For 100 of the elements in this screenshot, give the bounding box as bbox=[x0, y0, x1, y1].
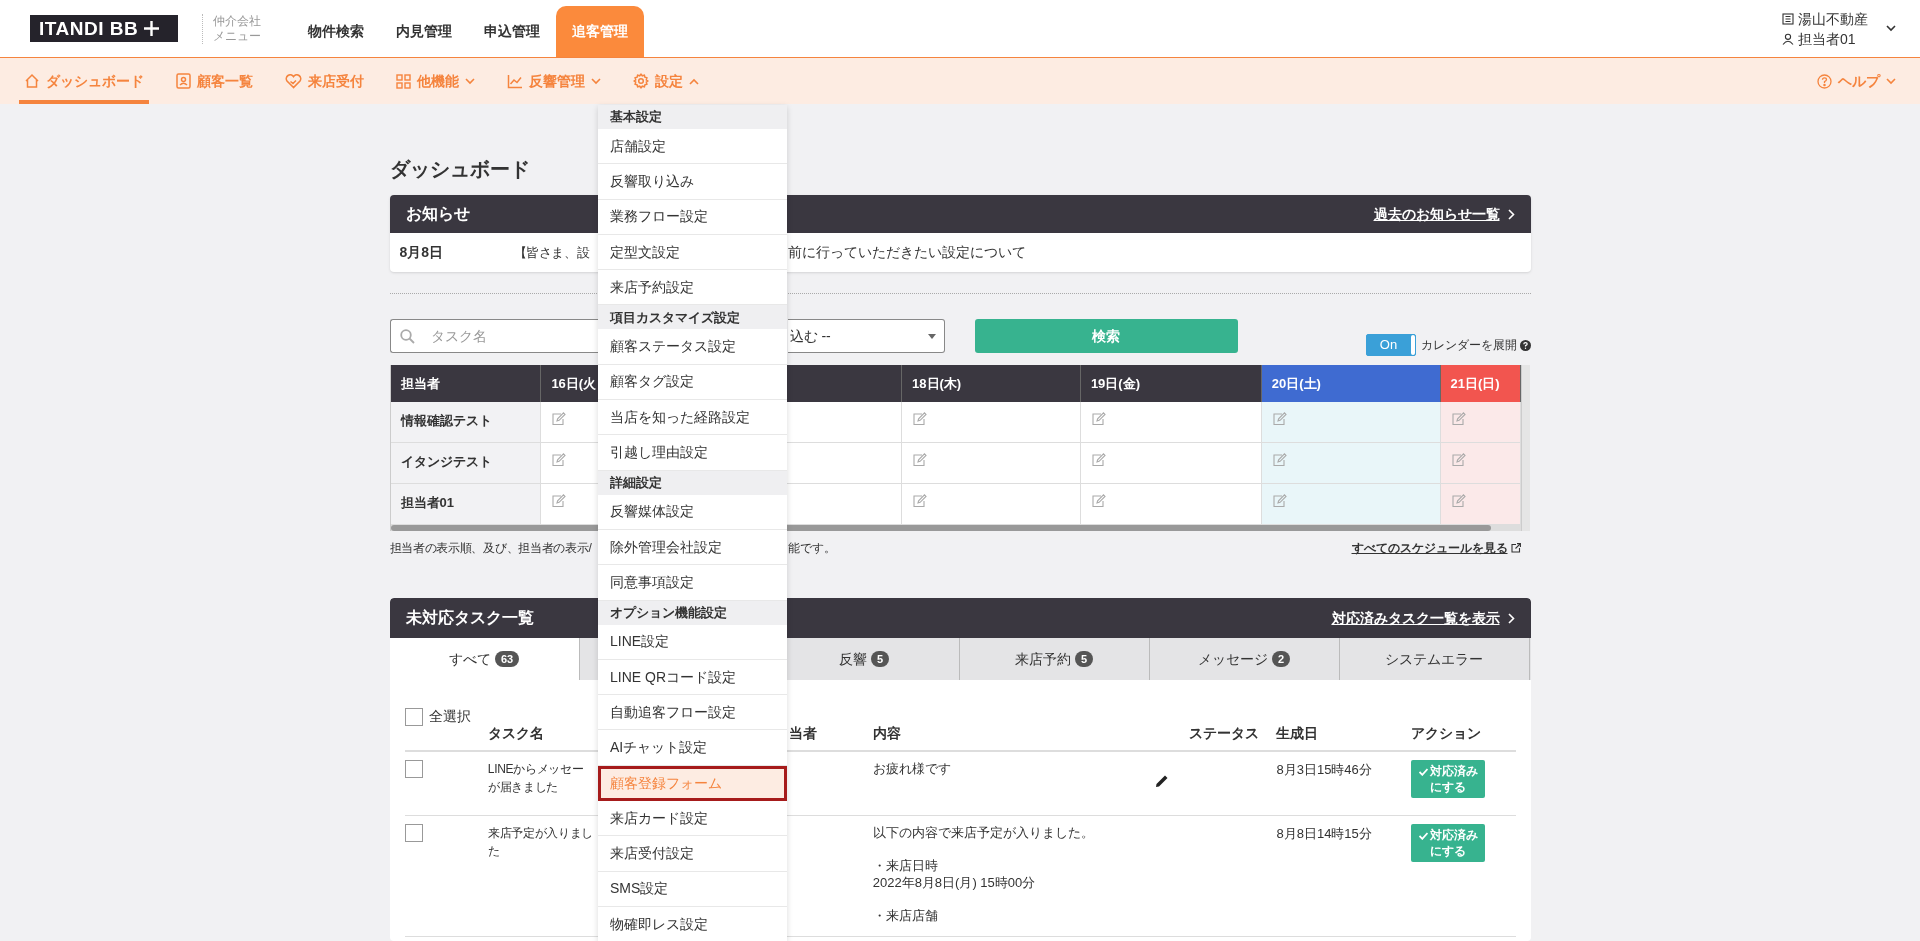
checkbox[interactable] bbox=[404, 760, 423, 778]
menu-item[interactable]: 引越し理由設定 bbox=[598, 435, 787, 471]
column-header: ステータス bbox=[1189, 725, 1260, 741]
line-chart-icon bbox=[507, 73, 523, 89]
edit-icon[interactable] bbox=[551, 412, 567, 426]
pencil-icon[interactable] bbox=[1155, 774, 1170, 788]
notice-title[interactable]: 【皆さま、設 bbox=[513, 242, 590, 263]
menu-item[interactable]: 来店カード設定 bbox=[598, 801, 787, 837]
column-header: 21日(日) bbox=[1440, 365, 1521, 402]
past-notices-link[interactable]: 過去のお知らせ一覧 bbox=[1373, 203, 1515, 225]
menu-item[interactable]: 当店を知った経路設定 bbox=[598, 400, 787, 436]
menu-item[interactable]: 顧客ステータス設定 bbox=[598, 329, 787, 365]
count-badge: 2 bbox=[1271, 651, 1291, 667]
all-schedules-link[interactable]: すべてのスケジュールを見る bbox=[1351, 539, 1521, 557]
menu-section-header: 基本設定 bbox=[598, 105, 787, 129]
chevron-down-icon bbox=[1886, 25, 1896, 32]
menu-caption: 仲介会社 bbox=[213, 13, 261, 29]
grid-icon bbox=[396, 73, 411, 89]
settings-icon bbox=[633, 73, 649, 89]
logo[interactable]: ITANDI BB bbox=[30, 15, 178, 42]
menu-item[interactable]: AIチャット設定 bbox=[598, 730, 787, 766]
edit-icon[interactable] bbox=[551, 453, 567, 467]
column-header: 内容 bbox=[872, 725, 901, 741]
column-header: 20日(土) bbox=[1261, 365, 1441, 402]
checkbox[interactable] bbox=[404, 707, 423, 726]
notice-title[interactable]: 前に行っていただきたい設定について bbox=[787, 242, 1026, 263]
edit-icon[interactable] bbox=[1271, 494, 1287, 508]
menu-caption: メニュー bbox=[213, 28, 261, 44]
task-name: LINEからメッセー が届きました bbox=[487, 761, 584, 796]
menu-item[interactable]: 自動追客フロー設定 bbox=[598, 695, 787, 731]
search-field[interactable]: タスク名 bbox=[389, 319, 598, 353]
task-content: 以下の内容で来店予定が入りました。 bbox=[872, 824, 1094, 841]
menu-item[interactable]: 同意事項設定 bbox=[598, 565, 787, 601]
edit-icon[interactable] bbox=[1450, 412, 1466, 426]
chevron-right-icon bbox=[1507, 612, 1515, 624]
menu-item[interactable]: 反響媒体設定 bbox=[598, 494, 787, 530]
edit-icon[interactable] bbox=[1450, 494, 1466, 508]
checkbox[interactable] bbox=[404, 824, 423, 842]
edit-icon[interactable] bbox=[1450, 453, 1466, 467]
edit-icon[interactable] bbox=[912, 494, 928, 508]
menu-item[interactable]: LINE設定 bbox=[598, 624, 787, 660]
menu-item[interactable]: 業務フロー設定 bbox=[598, 199, 787, 235]
edit-icon[interactable] bbox=[1090, 412, 1106, 426]
nav-tab[interactable]: 申込管理 bbox=[468, 6, 556, 57]
menu-item[interactable]: 定型文設定 bbox=[598, 234, 787, 271]
count-badge: 5 bbox=[1074, 651, 1094, 667]
menu-item[interactable]: LINE QRコード設定 bbox=[598, 659, 787, 696]
menu-item[interactable]: 来店受付設定 bbox=[598, 836, 787, 872]
chevron-down-icon bbox=[465, 77, 475, 85]
column-header: 生成日 bbox=[1276, 725, 1319, 741]
column-header: タスク名 bbox=[487, 725, 544, 741]
edit-icon[interactable] bbox=[1271, 412, 1287, 426]
user-name: 担当者01 bbox=[1798, 29, 1856, 49]
checkbox-label: 全選択 bbox=[428, 707, 471, 726]
check-icon bbox=[1418, 768, 1428, 776]
edit-icon[interactable] bbox=[1090, 453, 1106, 467]
filter-dropdown[interactable]: 込む -- bbox=[787, 319, 945, 353]
home-icon bbox=[24, 73, 40, 89]
chevron-up-icon bbox=[689, 77, 699, 85]
created-date: 8月8日14時15分 bbox=[1276, 826, 1372, 841]
nav-tab[interactable]: 物件検索 bbox=[292, 6, 380, 57]
column-header: 当者 bbox=[789, 725, 818, 741]
menu-item[interactable]: 店舗設定 bbox=[598, 129, 787, 165]
edit-icon[interactable] bbox=[1271, 453, 1287, 467]
search-icon bbox=[399, 329, 415, 344]
menu-item[interactable]: 顧客タグ設定 bbox=[598, 364, 787, 401]
edit-icon[interactable] bbox=[912, 453, 928, 467]
chevron-right-icon bbox=[1507, 208, 1515, 220]
created-date: 8月3日15時46分 bbox=[1276, 762, 1372, 777]
page-title: ダッシュボード bbox=[389, 157, 530, 182]
caret-icon bbox=[927, 333, 936, 339]
section-title: お知らせ bbox=[405, 204, 470, 224]
task-content: ・来店店舗 bbox=[872, 907, 938, 924]
section-title: 未対応タスク一覧 bbox=[405, 608, 534, 628]
menu-item[interactable]: 来店予約設定 bbox=[598, 270, 787, 306]
menu-section-header: オプション機能設定 bbox=[598, 600, 787, 625]
count-badge: 5 bbox=[870, 651, 890, 667]
nav-tab[interactable]: 内見管理 bbox=[380, 6, 468, 57]
menu-item[interactable]: SMS設定 bbox=[598, 871, 787, 907]
heart-icon bbox=[285, 73, 302, 89]
column-header: アクション bbox=[1411, 725, 1482, 741]
help-icon bbox=[1519, 339, 1531, 351]
help-icon bbox=[1817, 73, 1832, 89]
contact-card-icon bbox=[176, 73, 191, 89]
completed-tasks-link[interactable]: 対応済みタスク一覧を表示 bbox=[1331, 607, 1515, 629]
scrollbar[interactable] bbox=[1520, 365, 1530, 531]
check-icon bbox=[1418, 832, 1428, 840]
task-name: 来店予定が入りまし た bbox=[487, 825, 594, 860]
task-content: ・来店日時 2022年8月8日(月) 15時00分 bbox=[872, 857, 1036, 891]
menu-item[interactable]: 除外管理会社設定 bbox=[598, 529, 787, 566]
task-tab[interactable]: すべて 63 bbox=[389, 638, 580, 680]
building-icon bbox=[1782, 12, 1794, 25]
edit-icon[interactable] bbox=[551, 494, 567, 508]
task-content: お疲れ様です bbox=[872, 760, 951, 777]
menu-item[interactable]: 反響取り込み bbox=[598, 164, 787, 200]
menu-item[interactable]: 物確即レス設定 bbox=[598, 906, 787, 941]
edit-icon[interactable] bbox=[912, 412, 928, 426]
edit-icon[interactable] bbox=[1090, 494, 1106, 508]
count-badge: 63 bbox=[494, 651, 520, 667]
company-name: 湯山不動産 bbox=[1798, 9, 1868, 29]
